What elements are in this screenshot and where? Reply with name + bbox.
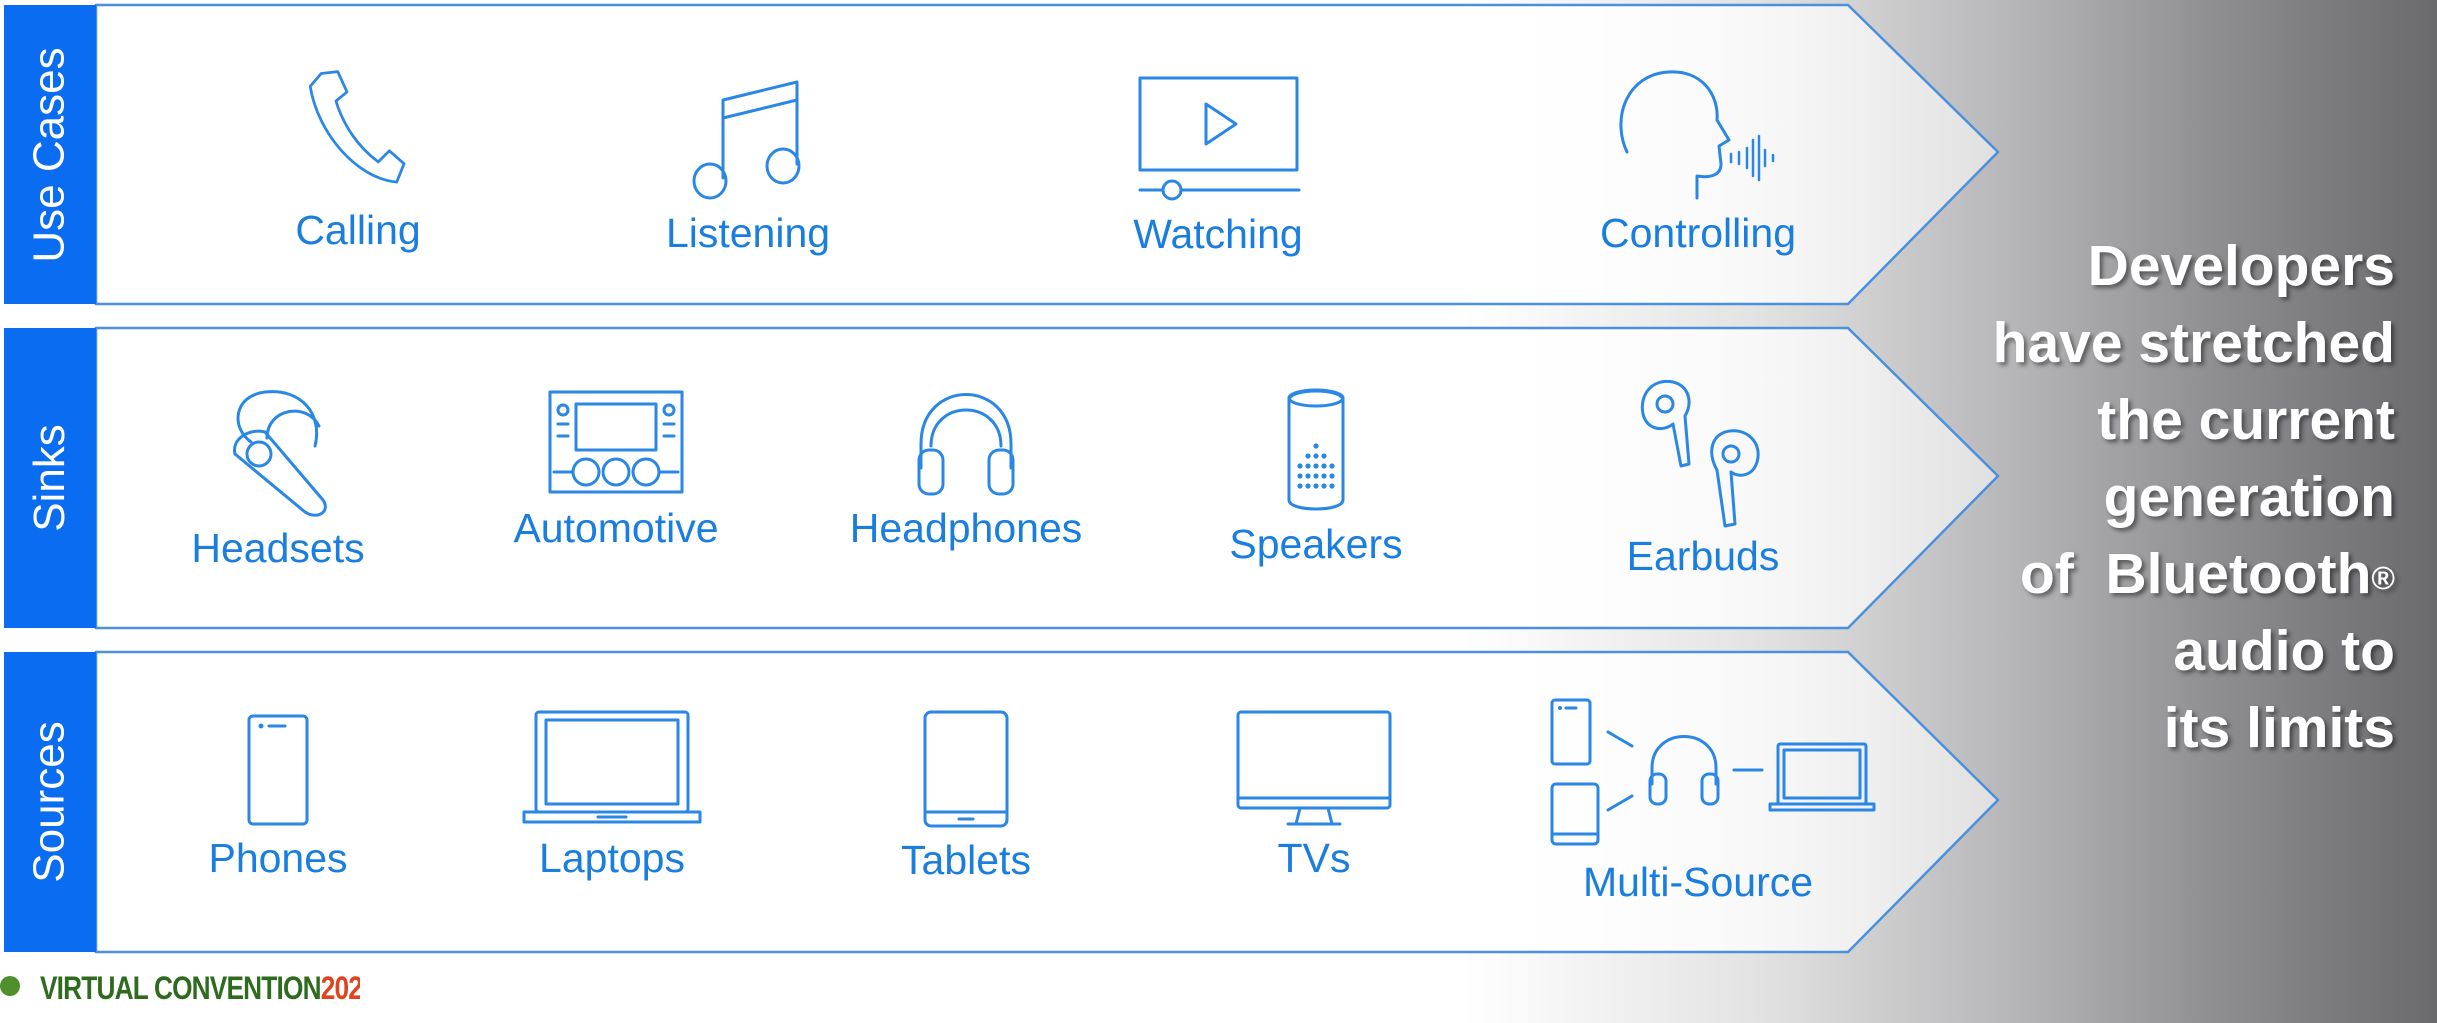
registered-mark: ® xyxy=(2371,560,2395,596)
source-label: Laptops xyxy=(539,835,685,881)
headline-line: Developers xyxy=(2087,234,2395,298)
headphones-icon xyxy=(917,393,1015,496)
headset-icon xyxy=(232,390,327,517)
sink-automotive: Automotive xyxy=(466,388,766,552)
smart-speaker-icon xyxy=(1287,388,1345,511)
phone-handset-icon xyxy=(308,70,406,184)
row-label-sinks: Sinks xyxy=(4,328,96,628)
voice-control-icon xyxy=(1619,70,1775,200)
logo-mark-icon xyxy=(0,976,20,996)
source-laptops: Laptops xyxy=(462,708,762,882)
source-label: Multi-Source xyxy=(1582,859,1814,905)
source-label: Phones xyxy=(208,835,348,881)
row-label-sources: Sources xyxy=(4,652,96,952)
sink-label: Automotive xyxy=(513,505,719,551)
video-player-icon xyxy=(1138,76,1300,201)
convention-logo: VIRTUAL CONVENTION2021 xyxy=(0,970,360,1023)
headphones-icon xyxy=(1648,735,1720,806)
sink-label: Headphones xyxy=(849,505,1083,551)
music-note-icon xyxy=(692,80,801,200)
sink-label: Earbuds xyxy=(1626,533,1780,579)
headline-line: the current xyxy=(2097,388,2395,452)
use-case-calling: Calling xyxy=(208,70,508,254)
source-tablets: Tablets xyxy=(816,708,1116,884)
tablet-icon xyxy=(923,710,1009,828)
source-tvs: TVs xyxy=(1164,708,1464,882)
headline-line: of Bluetooth xyxy=(2020,542,2372,606)
laptop-icon xyxy=(522,710,702,824)
headline-line: generation xyxy=(2103,465,2395,529)
sink-speakers: Speakers xyxy=(1166,384,1466,568)
use-case-controlling: Controlling xyxy=(1548,68,1848,257)
use-case-listening: Listening xyxy=(598,78,898,257)
use-case-label: Watching xyxy=(1133,211,1303,257)
sink-headsets: Headsets xyxy=(128,388,428,572)
logo-text: VIRTUAL CONVENTION2021 xyxy=(40,970,360,1007)
use-case-label: Controlling xyxy=(1600,210,1796,256)
headline-line: have stretched xyxy=(1992,311,2395,375)
use-case-label: Listening xyxy=(665,210,831,256)
source-label: Tablets xyxy=(901,837,1031,883)
phone-icon xyxy=(1550,698,1592,766)
row-label-use-cases: Use Cases xyxy=(4,5,96,304)
use-case-label: Calling xyxy=(295,207,421,253)
smartphone-icon xyxy=(247,714,309,826)
headline-line: audio to xyxy=(2173,619,2395,683)
source-label: TVs xyxy=(1277,835,1351,881)
earbuds-icon xyxy=(1640,379,1760,528)
car-stereo-icon xyxy=(548,390,684,494)
source-phones: Phones xyxy=(128,712,428,882)
sink-label: Headsets xyxy=(191,525,365,571)
tablet-icon xyxy=(1550,782,1600,846)
multi-source-icon xyxy=(1550,698,1876,846)
sink-earbuds: Earbuds xyxy=(1553,376,1853,580)
sink-label: Speakers xyxy=(1229,521,1403,567)
headline-line: its limits xyxy=(2163,696,2395,760)
tv-icon xyxy=(1236,710,1392,826)
sink-headphones: Headphones xyxy=(816,388,1116,552)
logo-year: 2021 xyxy=(320,970,360,1006)
source-multi-source: Multi-Source xyxy=(1548,696,1876,906)
use-case-watching: Watching xyxy=(1068,74,1368,258)
headline-line-bluetooth: of Bluetooth® xyxy=(1835,536,2395,613)
headline: Developers have stretched the current ge… xyxy=(1835,228,2395,767)
